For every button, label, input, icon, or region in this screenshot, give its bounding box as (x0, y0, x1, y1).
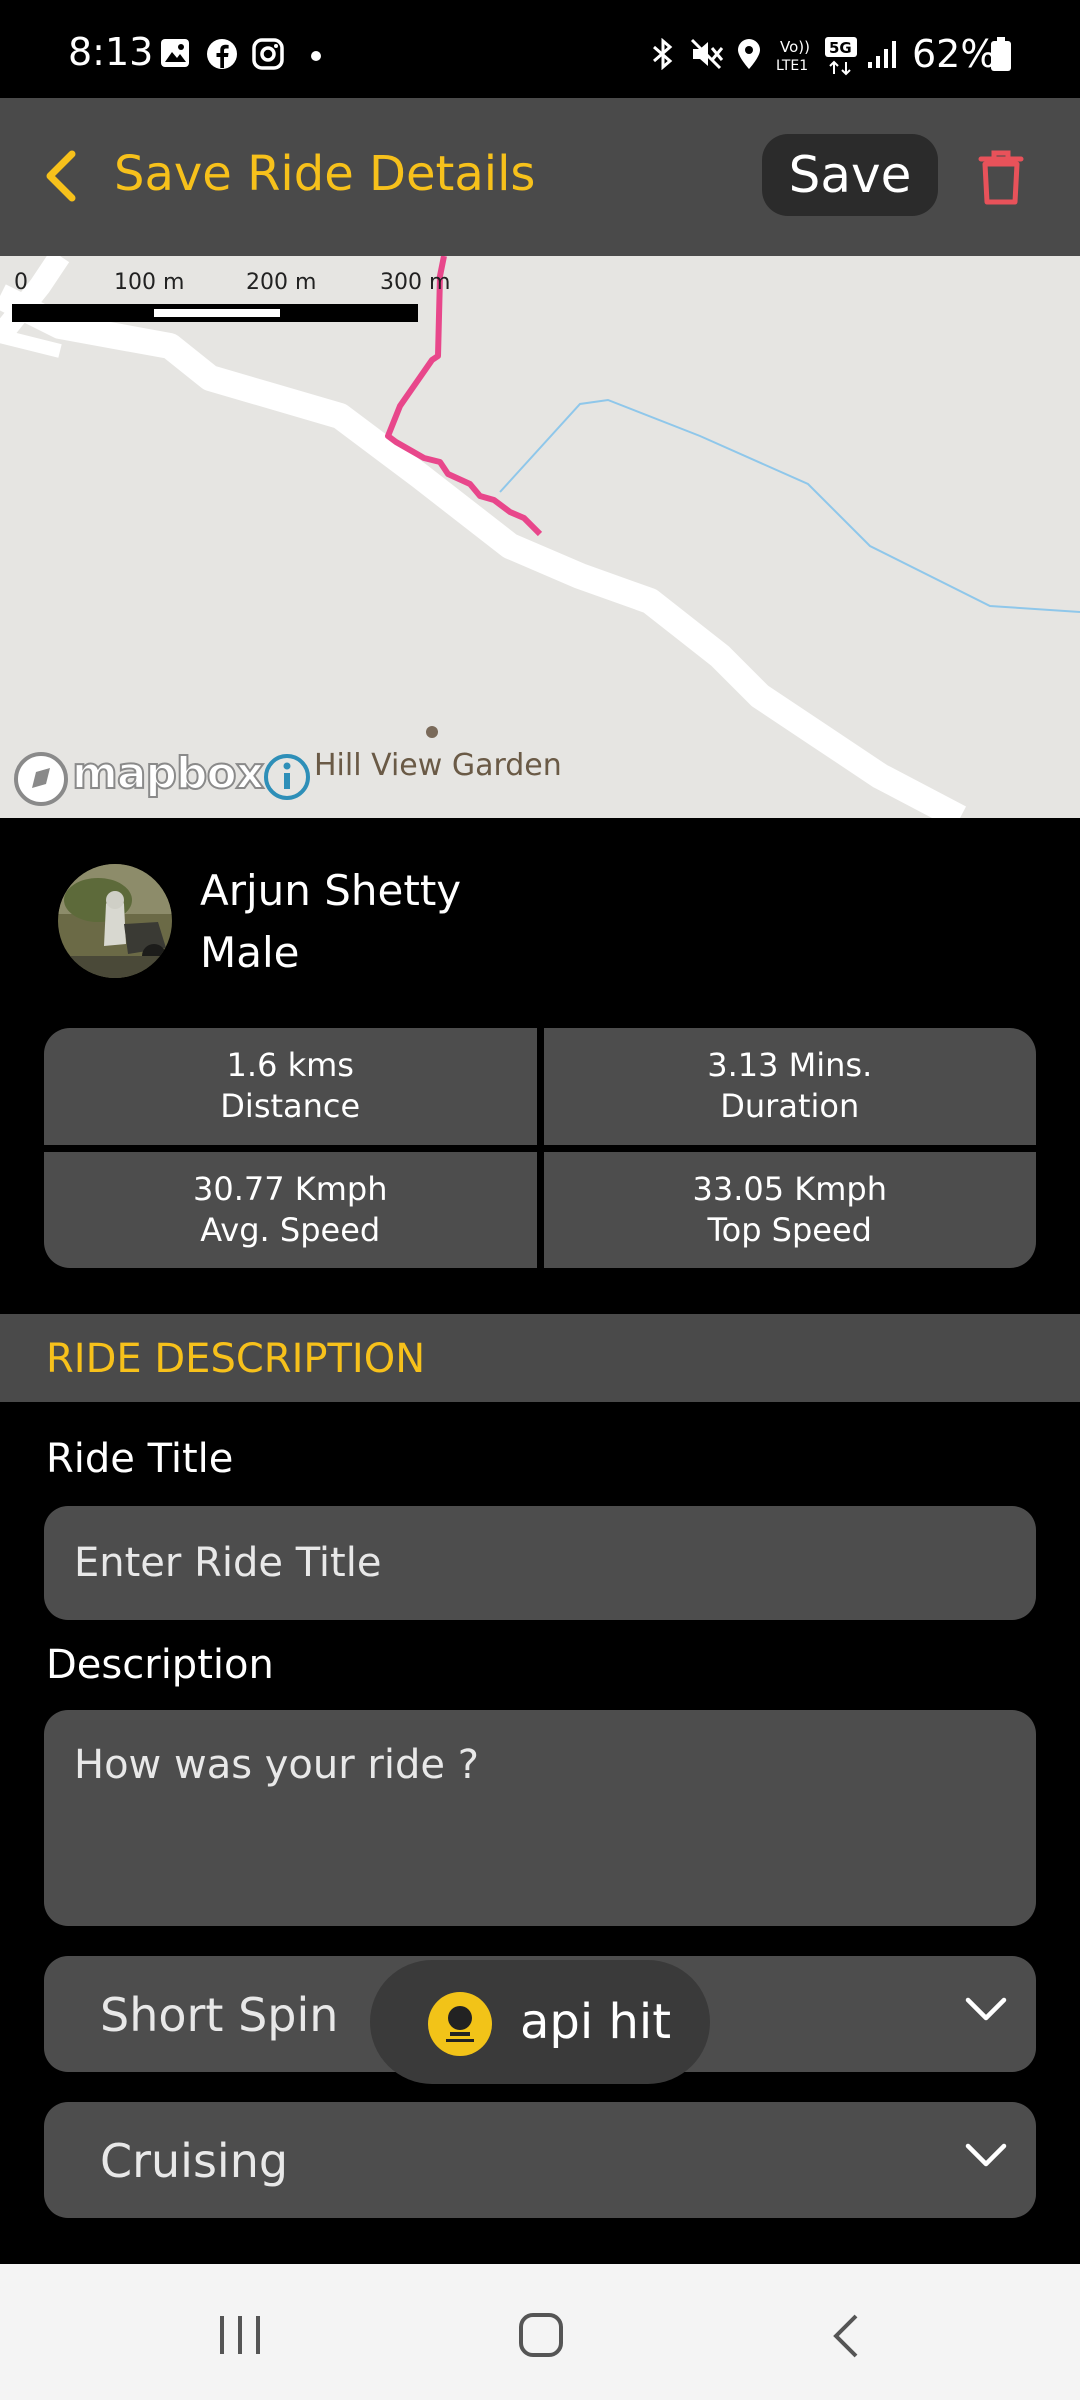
svg-text:Vo)): Vo)) (780, 38, 810, 56)
stat-duration: 3.13 Mins. Duration (543, 1028, 1036, 1145)
notification-dot-icon (311, 51, 321, 61)
mute-icon (690, 38, 724, 70)
info-icon[interactable] (262, 752, 312, 802)
ride-style-value: Cruising (100, 2134, 289, 2188)
system-nav-bar (0, 2264, 1080, 2400)
stat-distance: 1.6 kms Distance (44, 1028, 537, 1145)
stat-avg-speed: 30.77 Kmph Avg. Speed (44, 1151, 537, 1268)
location-icon (738, 39, 760, 69)
mapbox-logo-icon (14, 752, 68, 806)
map-canvas (0, 256, 1080, 818)
avatar[interactable] (58, 864, 172, 978)
gallery-icon (161, 39, 189, 67)
back-nav-icon[interactable] (830, 2312, 860, 2360)
description-placeholder: How was your ride ? (74, 1742, 479, 1788)
page-title: Save Ride Details (114, 146, 536, 202)
stat-label: Top Speed (707, 1210, 872, 1249)
scale-label-0: 0 (14, 270, 28, 295)
volte-icon: Vo)) LTE1 (776, 38, 810, 74)
5g-icon: 5G (825, 37, 857, 76)
scale-label-200: 200 m (246, 270, 317, 295)
toast-text: api hit (520, 1994, 672, 2050)
delete-trash-icon[interactable] (978, 150, 1024, 206)
place-label: Hill View Garden (314, 748, 562, 783)
save-button[interactable]: Save (762, 134, 938, 216)
chevron-down-icon (965, 1997, 1007, 2021)
section-header: RIDE DESCRIPTION (0, 1314, 1080, 1402)
facebook-icon (207, 39, 237, 69)
ride-title-placeholder: Enter Ride Title (74, 1540, 382, 1586)
stat-label: Distance (220, 1087, 361, 1126)
stat-top-speed: 33.05 Kmph Top Speed (543, 1151, 1036, 1268)
scale-label-100: 100 m (114, 270, 185, 295)
ride-stats: 1.6 kms Distance 3.13 Mins. Duration 30.… (44, 1028, 1036, 1268)
app-bar: Save Ride Details Save (0, 98, 1080, 256)
status-time: 8:13 (68, 30, 154, 74)
stat-value: 30.77 Kmph (192, 1169, 388, 1208)
section-title: RIDE DESCRIPTION (46, 1336, 426, 1382)
app-logo-icon (428, 1992, 492, 2056)
signal-icon (868, 41, 896, 68)
stat-label: Duration (720, 1087, 860, 1126)
scale-label-300: 300 m (380, 270, 451, 295)
ride-style-dropdown[interactable]: Cruising (44, 2102, 1036, 2218)
ride-title-input[interactable]: Enter Ride Title (44, 1506, 1036, 1620)
stat-value: 33.05 Kmph (692, 1169, 888, 1208)
svg-text:LTE1: LTE1 (776, 58, 808, 74)
status-bar: 8:13 Vo)) LTE1 5G 62% (0, 0, 1080, 98)
rider-name: Arjun Shetty (200, 866, 462, 915)
recent-apps-icon[interactable] (216, 2314, 264, 2356)
description-textarea[interactable]: How was your ride ? (44, 1710, 1036, 1926)
ride-title-label: Ride Title (46, 1436, 234, 1482)
instagram-icon (252, 38, 284, 70)
battery-icon (991, 37, 1011, 71)
toast-message: api hit (370, 1960, 710, 2084)
description-label: Description (46, 1642, 274, 1688)
stat-value: 1.6 kms (226, 1046, 354, 1085)
chevron-down-icon (965, 2143, 1007, 2167)
svg-text:5G: 5G (829, 39, 852, 57)
home-icon[interactable] (518, 2312, 564, 2358)
ride-type-value: Short Spin (100, 1988, 339, 2042)
back-arrow-icon[interactable] (40, 148, 80, 204)
bluetooth-icon (653, 38, 673, 70)
stat-label: Avg. Speed (200, 1210, 381, 1249)
route-map[interactable]: 0 100 m 200 m 300 m Hill View Garden map… (0, 256, 1080, 818)
stat-value: 3.13 Mins. (707, 1046, 873, 1085)
rider-gender: Male (200, 928, 300, 977)
battery-percentage: 62% (912, 32, 997, 76)
mapbox-attribution: mapbox (71, 747, 265, 800)
